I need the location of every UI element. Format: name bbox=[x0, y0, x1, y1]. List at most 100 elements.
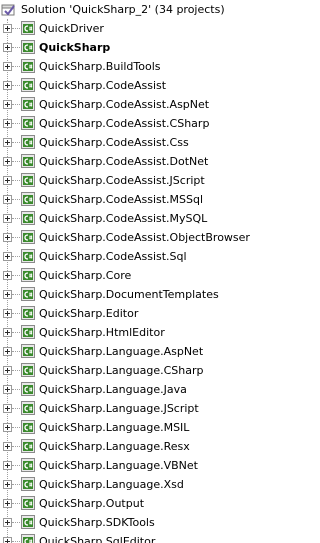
tree-branch-line bbox=[12, 218, 20, 219]
project-label: QuickSharp bbox=[39, 41, 111, 54]
project-node[interactable]: QuickSharp.CodeAssist.DotNet bbox=[0, 152, 252, 171]
csharp-project-icon bbox=[21, 249, 35, 263]
tree-branch-line bbox=[12, 465, 20, 466]
expand-plus-icon[interactable] bbox=[3, 518, 12, 527]
project-label: QuickSharp.CodeAssist.Css bbox=[39, 136, 189, 149]
project-node[interactable]: QuickSharp.CodeAssist.CSharp bbox=[0, 114, 252, 133]
project-node[interactable]: QuickSharp.CodeAssist.Sql bbox=[0, 247, 252, 266]
project-label: QuickSharp.Language.Resx bbox=[39, 440, 190, 453]
csharp-project-icon bbox=[21, 458, 35, 472]
project-label: QuickSharp.CodeAssist.ObjectBrowser bbox=[39, 231, 250, 244]
csharp-project-icon bbox=[21, 363, 35, 377]
tree-branch-line bbox=[12, 446, 20, 447]
csharp-project-icon bbox=[21, 325, 35, 339]
project-node[interactable]: QuickSharp.Language.VBNet bbox=[0, 456, 252, 475]
csharp-project-icon bbox=[21, 515, 35, 529]
csharp-project-icon bbox=[21, 78, 35, 92]
solution-node[interactable]: Solution 'QuickSharp_2' (34 projects) bbox=[0, 0, 252, 19]
project-label: QuickSharp.DocumentTemplates bbox=[39, 288, 219, 301]
expand-plus-icon[interactable] bbox=[3, 499, 12, 508]
tree-branch-line bbox=[12, 180, 20, 181]
expand-plus-icon[interactable] bbox=[3, 24, 12, 33]
project-node[interactable]: QuickSharp.Output bbox=[0, 494, 252, 513]
expand-plus-icon[interactable] bbox=[3, 290, 12, 299]
project-node[interactable]: QuickSharp.DocumentTemplates bbox=[0, 285, 252, 304]
expand-plus-icon[interactable] bbox=[3, 423, 12, 432]
expand-plus-icon[interactable] bbox=[3, 233, 12, 242]
project-node[interactable]: QuickSharp.Language.AspNet bbox=[0, 342, 252, 361]
expand-plus-icon[interactable] bbox=[3, 43, 12, 52]
project-node[interactable]: QuickSharp bbox=[0, 38, 252, 57]
expand-plus-icon[interactable] bbox=[3, 480, 12, 489]
solution-explorer-tree: Solution 'QuickSharp_2' (34 projects) Qu… bbox=[0, 0, 252, 543]
csharp-project-icon bbox=[21, 21, 35, 35]
project-label: QuickSharp.CodeAssist.Sql bbox=[39, 250, 187, 263]
project-node[interactable]: QuickDriver bbox=[0, 19, 252, 38]
tree-branch-line bbox=[12, 427, 20, 428]
solution-label: Solution 'QuickSharp_2' (34 projects) bbox=[21, 3, 225, 16]
project-node[interactable]: QuickSharp.CodeAssist.MySQL bbox=[0, 209, 252, 228]
tree-branch-line bbox=[12, 142, 20, 143]
expand-plus-icon[interactable] bbox=[3, 100, 12, 109]
csharp-project-icon bbox=[21, 154, 35, 168]
project-label: QuickSharp.Output bbox=[39, 497, 145, 510]
project-node[interactable]: QuickSharp.CodeAssist.ObjectBrowser bbox=[0, 228, 252, 247]
project-node[interactable]: QuickSharp.SqlEditor bbox=[0, 532, 252, 543]
tree-branch-line bbox=[12, 66, 20, 67]
expand-plus-icon[interactable] bbox=[3, 404, 12, 413]
project-node[interactable]: QuickSharp.CodeAssist.MSSql bbox=[0, 190, 252, 209]
expand-plus-icon[interactable] bbox=[3, 176, 12, 185]
project-node[interactable]: QuickSharp.CodeAssist.JScript bbox=[0, 171, 252, 190]
expand-plus-icon[interactable] bbox=[3, 537, 12, 543]
project-label: QuickSharp.BuildTools bbox=[39, 60, 161, 73]
project-node[interactable]: QuickSharp.Core bbox=[0, 266, 252, 285]
project-node[interactable]: QuickSharp.Language.Xsd bbox=[0, 475, 252, 494]
csharp-project-icon bbox=[21, 287, 35, 301]
tree-branch-line bbox=[12, 47, 20, 48]
expand-plus-icon[interactable] bbox=[3, 214, 12, 223]
csharp-project-icon bbox=[21, 97, 35, 111]
expand-plus-icon[interactable] bbox=[3, 138, 12, 147]
project-node[interactable]: QuickSharp.CodeAssist.Css bbox=[0, 133, 252, 152]
tree-branch-line bbox=[12, 351, 20, 352]
csharp-project-icon bbox=[21, 344, 35, 358]
expand-plus-icon[interactable] bbox=[3, 347, 12, 356]
tree-branch-line bbox=[12, 237, 20, 238]
expand-plus-icon[interactable] bbox=[3, 366, 12, 375]
expand-plus-icon[interactable] bbox=[3, 119, 12, 128]
tree-branch-line bbox=[12, 503, 20, 504]
tree-branch-line bbox=[12, 256, 20, 257]
expand-plus-icon[interactable] bbox=[3, 81, 12, 90]
project-label: QuickSharp.HtmlEditor bbox=[39, 326, 165, 339]
project-node[interactable]: QuickSharp.HtmlEditor bbox=[0, 323, 252, 342]
tree-branch-line bbox=[12, 389, 20, 390]
project-node[interactable]: QuickSharp.Language.JScript bbox=[0, 399, 252, 418]
project-node[interactable]: QuickSharp.Language.CSharp bbox=[0, 361, 252, 380]
expand-plus-icon[interactable] bbox=[3, 461, 12, 470]
project-node[interactable]: QuickSharp.Editor bbox=[0, 304, 252, 323]
project-label: QuickSharp.Language.Java bbox=[39, 383, 187, 396]
project-node[interactable]: QuickSharp.Language.MSIL bbox=[0, 418, 252, 437]
project-node[interactable]: QuickSharp.BuildTools bbox=[0, 57, 252, 76]
project-node[interactable]: QuickSharp.SDKTools bbox=[0, 513, 252, 532]
project-label: QuickSharp.Language.MSIL bbox=[39, 421, 190, 434]
expand-plus-icon[interactable] bbox=[3, 442, 12, 451]
expand-plus-icon[interactable] bbox=[3, 62, 12, 71]
project-node[interactable]: QuickSharp.Language.Resx bbox=[0, 437, 252, 456]
expand-plus-icon[interactable] bbox=[3, 385, 12, 394]
expand-plus-icon[interactable] bbox=[3, 252, 12, 261]
expand-plus-icon[interactable] bbox=[3, 309, 12, 318]
csharp-project-icon bbox=[21, 496, 35, 510]
csharp-project-icon bbox=[21, 230, 35, 244]
project-label: QuickSharp.CodeAssist.JScript bbox=[39, 174, 205, 187]
project-node[interactable]: QuickSharp.Language.Java bbox=[0, 380, 252, 399]
expand-plus-icon[interactable] bbox=[3, 195, 12, 204]
csharp-project-icon bbox=[21, 59, 35, 73]
project-node[interactable]: QuickSharp.CodeAssist.AspNet bbox=[0, 95, 252, 114]
expand-plus-icon[interactable] bbox=[3, 157, 12, 166]
tree-branch-line bbox=[12, 484, 20, 485]
expand-plus-icon[interactable] bbox=[3, 271, 12, 280]
expand-plus-icon[interactable] bbox=[3, 328, 12, 337]
csharp-project-icon bbox=[21, 306, 35, 320]
project-node[interactable]: QuickSharp.CodeAssist bbox=[0, 76, 252, 95]
